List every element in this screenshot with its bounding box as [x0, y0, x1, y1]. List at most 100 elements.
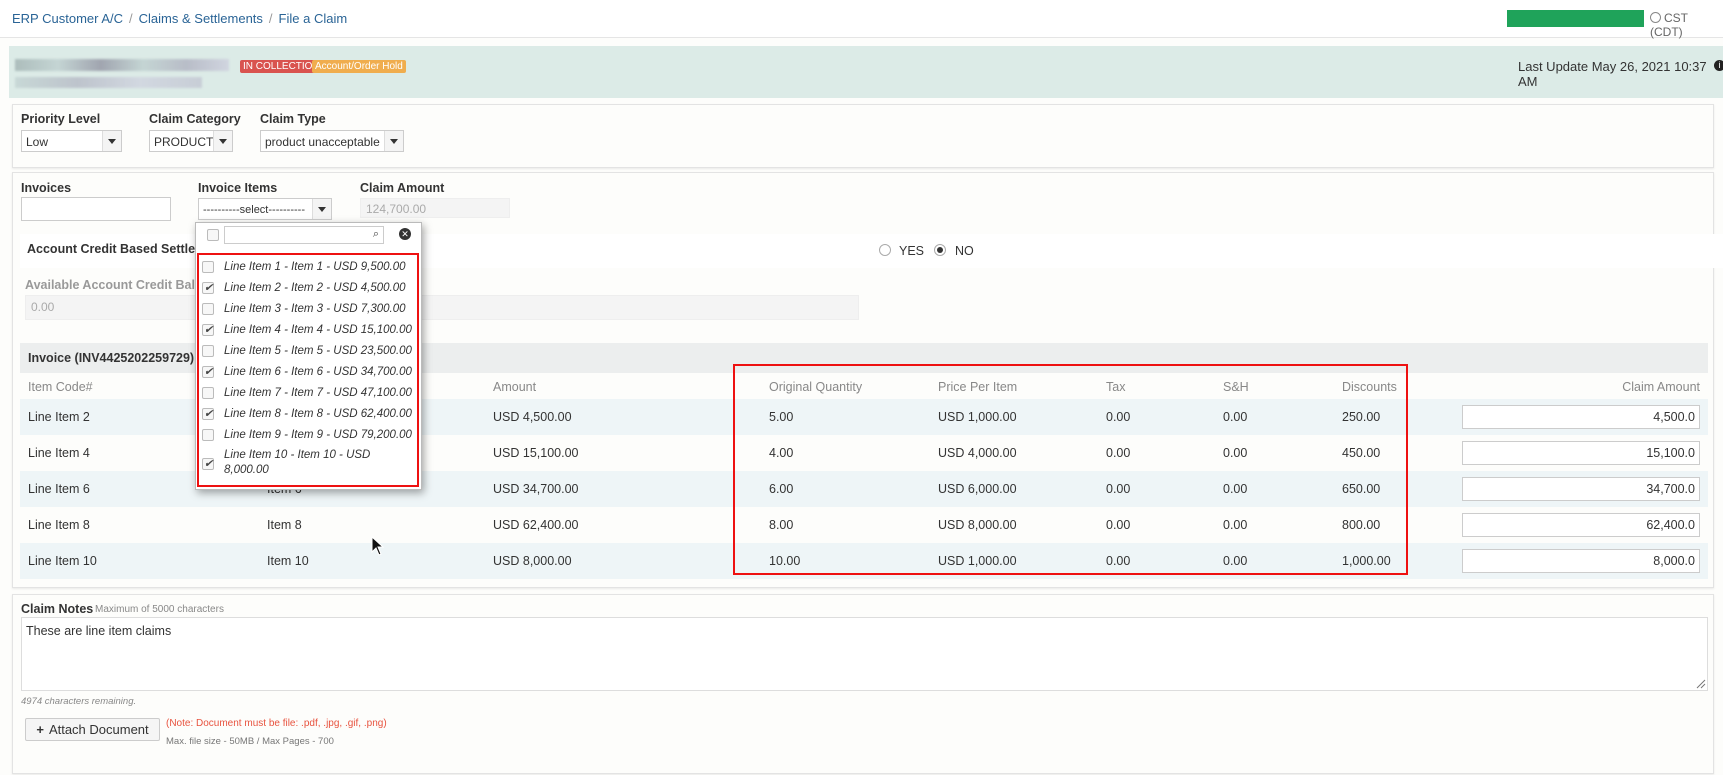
col-amount: Amount: [493, 380, 537, 394]
breadcrumb-separator: /: [129, 11, 133, 26]
radio-no-label: NO: [955, 244, 974, 258]
option-checkbox[interactable]: [202, 261, 214, 273]
chevron-down-icon: [384, 131, 403, 151]
invoice-items-label: Invoice Items: [198, 181, 278, 195]
invoice-items-dropdown: ⌕ ✕ Line Item 1 - Item 1 - USD 9,500.00 …: [195, 222, 422, 490]
col-claim-amount: Claim Amount: [1622, 380, 1700, 394]
chevron-down-icon: [102, 131, 121, 151]
invoices-label: Invoices: [21, 181, 72, 195]
row-amount: USD 34,700.00: [493, 482, 579, 496]
row-item: Item 8: [267, 518, 302, 532]
category-label: Claim Category: [149, 112, 241, 126]
row-amount: USD 4,500.00: [493, 410, 572, 424]
row-claim-amount-input[interactable]: 8,000.0: [1462, 549, 1700, 573]
priority-value: Low: [26, 135, 49, 149]
row-claim-amount-input[interactable]: 34,700.0: [1462, 477, 1700, 501]
row-amount: USD 8,000.00: [493, 554, 572, 568]
radio-yes[interactable]: [879, 244, 891, 256]
radio-no[interactable]: [934, 244, 946, 256]
option-label: Line Item 3 - Item 3 - USD 7,300.00: [224, 303, 406, 315]
breadcrumb-current: File a Claim: [278, 11, 348, 26]
option-checkbox[interactable]: [202, 323, 214, 336]
notes-textarea[interactable]: These are line item claims: [21, 617, 1708, 691]
highlight-box-columns: [733, 364, 1408, 575]
chevron-down-icon: [312, 199, 331, 219]
resize-handle-icon[interactable]: [1696, 679, 1706, 689]
claim-type-label: Claim Type: [260, 112, 326, 126]
option-label: Line Item 6 - Item 6 - USD 34,700.00: [224, 366, 412, 378]
radio-yes-label: YES: [899, 244, 925, 258]
option-checkbox[interactable]: [202, 407, 214, 420]
priority-label: Priority Level: [21, 112, 101, 126]
option-checkbox[interactable]: [202, 387, 214, 399]
account-name-redacted: [15, 59, 229, 71]
option-checkbox[interactable]: [202, 303, 214, 315]
dropdown-option[interactable]: Line Item 10 - Item 10 - USD 8,000.00: [202, 448, 412, 480]
invoice-items-value: ----------select----------: [203, 204, 305, 216]
claim-amount-label: Claim Amount: [360, 181, 445, 195]
credit-settlement-label: Account Credit Based Settleme: [27, 242, 214, 256]
option-label: Line Item 4 - Item 4 - USD 15,100.00: [224, 324, 412, 336]
row-item-code: Line Item 4: [28, 446, 90, 460]
category-value: PRODUCT: [154, 135, 214, 149]
col-item-code: Item Code#: [28, 380, 93, 394]
option-label: Line Item 9 - Item 9 - USD 79,200.00: [224, 429, 412, 441]
option-label: Line Item 5 - Item 5 - USD 23,500.00: [224, 345, 412, 357]
notes-hint: Maximum of 5000 characters: [95, 604, 224, 615]
timezone: CST (CDT): [1650, 11, 1723, 39]
notes-label: Claim Notes: [21, 602, 94, 616]
invoice-table-title: Invoice (INV4425202259729) It: [28, 351, 206, 365]
option-checkbox[interactable]: [202, 345, 214, 357]
row-item-code: Line Item 10: [28, 554, 97, 568]
option-checkbox[interactable]: [202, 365, 214, 378]
claim-type-select[interactable]: product unacceptable: [260, 130, 404, 152]
row-item: Item 10: [267, 554, 309, 568]
status-badge-collection: IN COLLECTION: [240, 60, 323, 73]
category-select[interactable]: PRODUCT: [149, 130, 233, 152]
breadcrumb-link-erp[interactable]: ERP Customer A/C: [12, 11, 123, 26]
mouse-cursor-icon: [371, 536, 385, 556]
chevron-down-icon: [213, 131, 232, 151]
attach-button-label: Attach Document: [48, 722, 149, 737]
option-label: Line Item 2 - Item 2 - USD 4,500.00: [224, 282, 406, 294]
invoices-input[interactable]: [21, 197, 171, 221]
breadcrumb: ERP Customer A/C / Claims & Settlements / Fi…: [12, 11, 347, 26]
row-item-code: Line Item 8: [28, 518, 90, 532]
row-item-code: Line Item 6: [28, 482, 90, 496]
option-checkbox[interactable]: [202, 457, 214, 470]
option-label: Line Item 1 - Item 1 - USD 9,500.00: [224, 261, 406, 273]
breadcrumb-separator: /: [268, 11, 273, 26]
attach-note: (Note: Document must be file: .pdf, .jpg…: [166, 718, 387, 729]
breadcrumb-link-claims[interactable]: Claims & Settlements: [139, 11, 263, 26]
claim-type-value: product unacceptable: [265, 135, 380, 149]
last-update: Last Update May 26, 2021 10:37 AM: [1518, 59, 1707, 89]
user-info-redacted: [1507, 10, 1644, 27]
clock-icon: [1650, 12, 1661, 23]
option-label: Line Item 8 - Item 8 - USD 62,400.00: [224, 408, 412, 420]
dropdown-search-input[interactable]: ⌕: [224, 226, 384, 244]
search-icon: ⌕: [372, 228, 379, 240]
row-claim-amount-input[interactable]: 4,500.0: [1462, 405, 1700, 429]
row-item-code: Line Item 2: [28, 410, 90, 424]
row-amount: USD 15,100.00: [493, 446, 579, 460]
info-icon[interactable]: i: [1714, 60, 1723, 71]
close-icon[interactable]: ✕: [399, 228, 411, 240]
available-credit-label: Available Account Credit Balan: [25, 278, 210, 292]
attach-document-button[interactable]: + Attach Document: [25, 718, 160, 741]
notes-remaining: 4974 characters remaining.: [21, 696, 137, 707]
option-checkbox[interactable]: [202, 429, 214, 441]
invoice-items-select[interactable]: ----------select----------: [198, 198, 332, 220]
claim-amount-field: 124,700.00: [360, 198, 510, 218]
option-label: Line Item 7 - Item 7 - USD 47,100.00: [224, 387, 412, 399]
row-claim-amount-input[interactable]: 15,100.0: [1462, 441, 1700, 465]
option-label: Line Item 10 - Item 10 - USD 8,000.00: [224, 449, 371, 476]
plus-icon: +: [36, 722, 44, 737]
attach-limits: Max. file size - 50MB / Max Pages - 700: [166, 736, 334, 747]
priority-select[interactable]: Low: [21, 130, 122, 152]
row-claim-amount-input[interactable]: 62,400.0: [1462, 513, 1700, 537]
account-address-redacted: [15, 77, 202, 88]
select-all-checkbox[interactable]: [207, 229, 219, 241]
available-credit-field: 0.00: [25, 295, 859, 320]
option-checkbox[interactable]: [202, 281, 214, 294]
status-badge-hold: Account/Order Hold: [312, 60, 406, 73]
